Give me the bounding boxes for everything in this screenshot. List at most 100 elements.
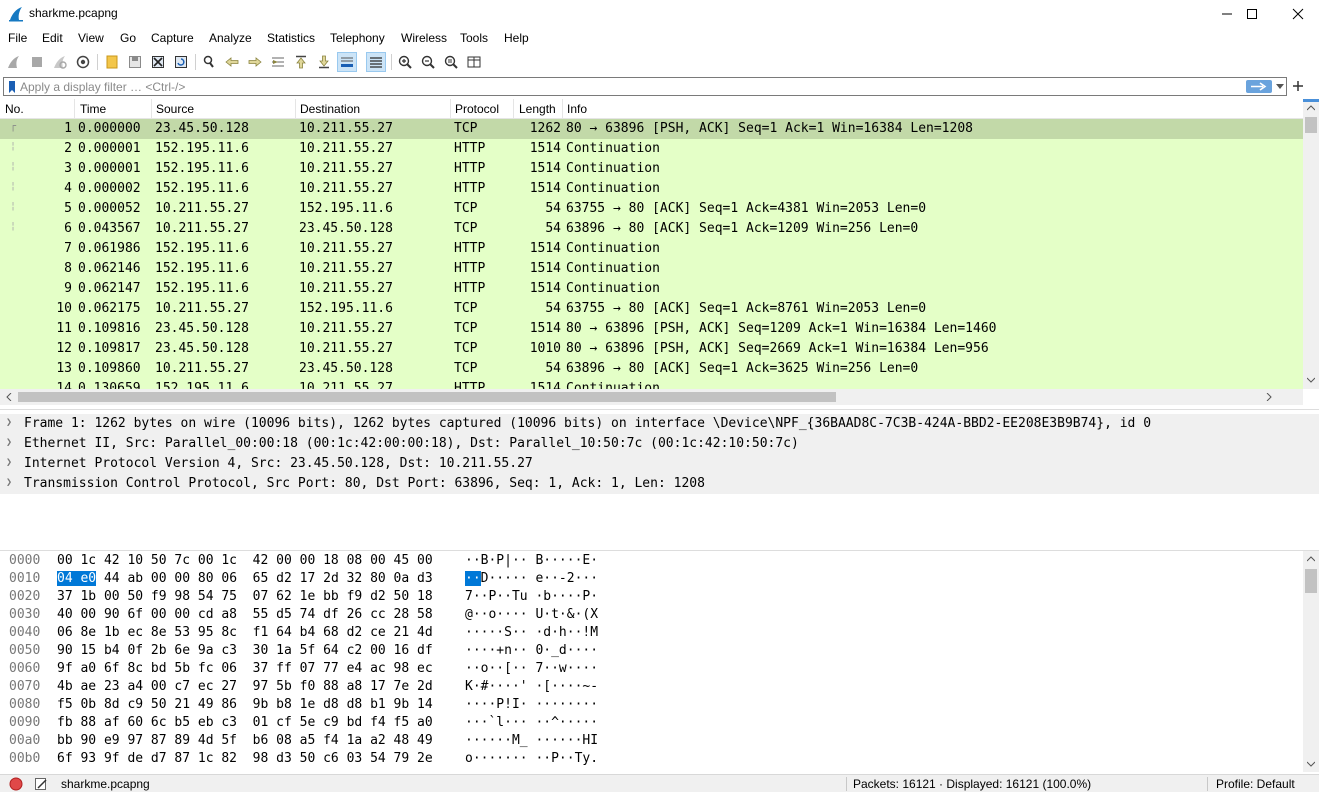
hex-ascii-highlight[interactable]: ··: [465, 571, 481, 586]
detail-tree-item[interactable]: ❯ Frame 1: 1262 bytes on wire (10096 bit…: [0, 414, 1319, 434]
detail-tree-item[interactable]: ❯ Transmission Control Protocol, Src Por…: [0, 474, 1319, 494]
hex-ascii[interactable]: ··o··[·· 7··w····: [465, 661, 598, 676]
column-header-protocol[interactable]: Protocol: [455, 102, 499, 116]
hex-ascii[interactable]: D····· e··-2···: [481, 571, 598, 586]
detail-tree-item[interactable]: ❯ Internet Protocol Version 4, Src: 23.4…: [0, 454, 1319, 474]
hex-bytes[interactable]: f5 0b 8d c9 50 21 49 86 9b b8 1e d8 d8 b…: [57, 697, 433, 712]
menu-help[interactable]: Help: [504, 31, 529, 45]
edit-comment-icon[interactable]: [34, 777, 48, 791]
column-header-no[interactable]: No.: [5, 102, 24, 116]
column-separator[interactable]: [295, 99, 296, 118]
column-separator[interactable]: [562, 99, 563, 118]
hex-ascii[interactable]: o······· ··P··Ty.: [465, 751, 598, 766]
hex-bytes[interactable]: 4b ae 23 a4 00 c7 ec 27 97 5b f0 88 a8 1…: [57, 679, 433, 694]
scroll-down-icon[interactable]: [1307, 761, 1315, 767]
hex-ascii[interactable]: ······M_ ······HI: [465, 733, 598, 748]
menu-wireless[interactable]: Wireless: [401, 31, 447, 45]
expand-arrow-icon[interactable]: ❯: [6, 437, 12, 448]
close-button[interactable]: [1275, 0, 1319, 28]
scroll-down-icon[interactable]: [1307, 377, 1315, 383]
packet-row[interactable]: 14 0.130659 152.195.11.6 10.211.55.27 HT…: [0, 379, 1303, 389]
hex-bytes[interactable]: 9f a0 6f 8c bd 5b fc 06 37 ff 07 77 e4 a…: [57, 661, 433, 676]
packet-row[interactable]: ¦ 4 0.000002 152.195.11.6 10.211.55.27 H…: [0, 179, 1303, 199]
packet-bytes-pane[interactable]: 0000 00 1c 42 10 50 7c 00 1c 42 00 00 18…: [0, 550, 1319, 772]
close-file-button[interactable]: [148, 52, 168, 72]
hscrollbar-thumb[interactable]: [18, 392, 836, 402]
hex-ascii[interactable]: ···`l··· ··^·····: [465, 715, 598, 730]
zoom-in-button[interactable]: [395, 52, 415, 72]
hex-bytes[interactable]: 44 ab 00 00 80 06 65 d2 17 2d 32 80 0a d…: [96, 571, 433, 586]
packet-row[interactable]: 9 0.062147 152.195.11.6 10.211.55.27 HTT…: [0, 279, 1303, 299]
resize-columns-button[interactable]: [464, 52, 484, 72]
open-file-button[interactable]: [102, 52, 122, 72]
go-forward-button[interactable]: [245, 52, 265, 72]
expand-arrow-icon[interactable]: ❯: [6, 457, 12, 468]
stop-capture-button[interactable]: [27, 52, 47, 72]
scroll-left-icon[interactable]: [6, 393, 12, 401]
packet-row[interactable]: 11 0.109816 23.45.50.128 10.211.55.27 TC…: [0, 319, 1303, 339]
scroll-right-icon[interactable]: [1266, 393, 1272, 401]
go-first-packet-button[interactable]: [291, 52, 311, 72]
menu-view[interactable]: View: [78, 31, 104, 45]
column-separator[interactable]: [74, 99, 75, 118]
hex-bytes[interactable]: fb 88 af 60 6c b5 eb c3 01 cf 5e c9 bd f…: [57, 715, 433, 730]
find-packet-button[interactable]: [199, 52, 219, 72]
hex-ascii[interactable]: ····P!I· ········: [465, 697, 598, 712]
start-capture-button[interactable]: [4, 52, 24, 72]
column-separator[interactable]: [151, 99, 152, 118]
hex-ascii[interactable]: ····+n·· 0·_d····: [465, 643, 598, 658]
go-last-packet-button[interactable]: [314, 52, 334, 72]
menu-tools[interactable]: Tools: [460, 31, 488, 45]
hex-ascii[interactable]: ·····S·· ·d·h··!M: [465, 625, 598, 640]
hex-ascii-row[interactable]: ··D····· e··-2···: [465, 571, 598, 586]
hex-bytes[interactable]: 00 1c 42 10 50 7c 00 1c 42 00 00 18 08 0…: [57, 553, 433, 568]
packet-row[interactable]: ¦ 2 0.000001 152.195.11.6 10.211.55.27 H…: [0, 139, 1303, 159]
normal-size-button[interactable]: [441, 52, 461, 72]
zoom-out-button[interactable]: [418, 52, 438, 72]
apply-filter-button[interactable]: [1246, 80, 1272, 93]
hex-ascii[interactable]: 7··P··Tu ·b····P·: [465, 589, 598, 604]
expand-arrow-icon[interactable]: ❯: [6, 477, 12, 488]
hex-bytes[interactable]: bb 90 e9 97 87 89 4d 5f b6 08 a5 f4 1a a…: [57, 733, 433, 748]
scroll-up-icon[interactable]: [1307, 556, 1315, 562]
packet-list-scrollbar[interactable]: [1303, 99, 1319, 389]
packet-list[interactable]: ┌ 1 0.000000 23.45.50.128 10.211.55.27 T…: [0, 119, 1303, 389]
chevron-down-icon[interactable]: [1276, 84, 1284, 90]
reload-file-button[interactable]: [171, 52, 191, 72]
display-filter-input[interactable]: [20, 79, 1240, 94]
menu-file[interactable]: File: [8, 31, 27, 45]
menu-capture[interactable]: Capture: [151, 31, 194, 45]
hex-bytes[interactable]: 6f 93 9f de d7 87 1c 82 98 d3 50 c6 03 5…: [57, 751, 433, 766]
display-filter-box[interactable]: [3, 77, 1287, 96]
bytes-pane-scrollbar[interactable]: [1303, 551, 1319, 772]
hex-bytes[interactable]: 40 00 90 6f 00 00 cd a8 55 d5 74 df 26 c…: [57, 607, 433, 622]
maximize-button[interactable]: [1229, 0, 1275, 28]
hex-bytes[interactable]: 90 15 b4 0f 2b 6e 9a c3 30 1a 5f 64 c2 0…: [57, 643, 433, 658]
column-header-info[interactable]: Info: [567, 102, 587, 116]
status-profile[interactable]: Profile: Default: [1216, 777, 1295, 791]
expert-info-icon[interactable]: [9, 777, 23, 791]
packet-row[interactable]: ¦ 3 0.000001 152.195.11.6 10.211.55.27 H…: [0, 159, 1303, 179]
packet-row[interactable]: ┌ 1 0.000000 23.45.50.128 10.211.55.27 T…: [0, 119, 1303, 139]
menu-edit[interactable]: Edit: [42, 31, 63, 45]
hex-ascii[interactable]: K·#····' ·[····~-: [465, 679, 598, 694]
colorize-button[interactable]: [366, 52, 386, 72]
packet-row[interactable]: 13 0.109860 10.211.55.27 23.45.50.128 TC…: [0, 359, 1303, 379]
hex-ascii[interactable]: ··B·P|·· B·····E·: [465, 553, 598, 568]
menu-statistics[interactable]: Statistics: [267, 31, 315, 45]
hex-bytes[interactable]: 37 1b 00 50 f9 98 54 75 07 62 1e bb f9 d…: [57, 589, 433, 604]
restart-capture-button[interactable]: [50, 52, 70, 72]
packet-row[interactable]: ¦ 6 0.043567 10.211.55.27 23.45.50.128 T…: [0, 219, 1303, 239]
column-separator[interactable]: [450, 99, 451, 118]
menu-analyze[interactable]: Analyze: [209, 31, 252, 45]
scroll-up-icon[interactable]: [1307, 105, 1315, 111]
column-separator[interactable]: [513, 99, 514, 118]
hex-bytes-highlight[interactable]: 04 e0: [57, 571, 97, 586]
hex-bytes[interactable]: 06 8e 1b ec 8e 53 95 8c f1 64 b4 68 d2 c…: [57, 625, 433, 640]
add-filter-button[interactable]: [1292, 80, 1304, 92]
scrollbar-thumb[interactable]: [1305, 569, 1317, 593]
bookmark-icon[interactable]: [7, 80, 17, 94]
save-file-button[interactable]: [125, 52, 145, 72]
detail-tree-item[interactable]: ❯ Ethernet II, Src: Parallel_00:00:18 (0…: [0, 434, 1319, 454]
packet-row[interactable]: ¦ 5 0.000052 10.211.55.27 152.195.11.6 T…: [0, 199, 1303, 219]
